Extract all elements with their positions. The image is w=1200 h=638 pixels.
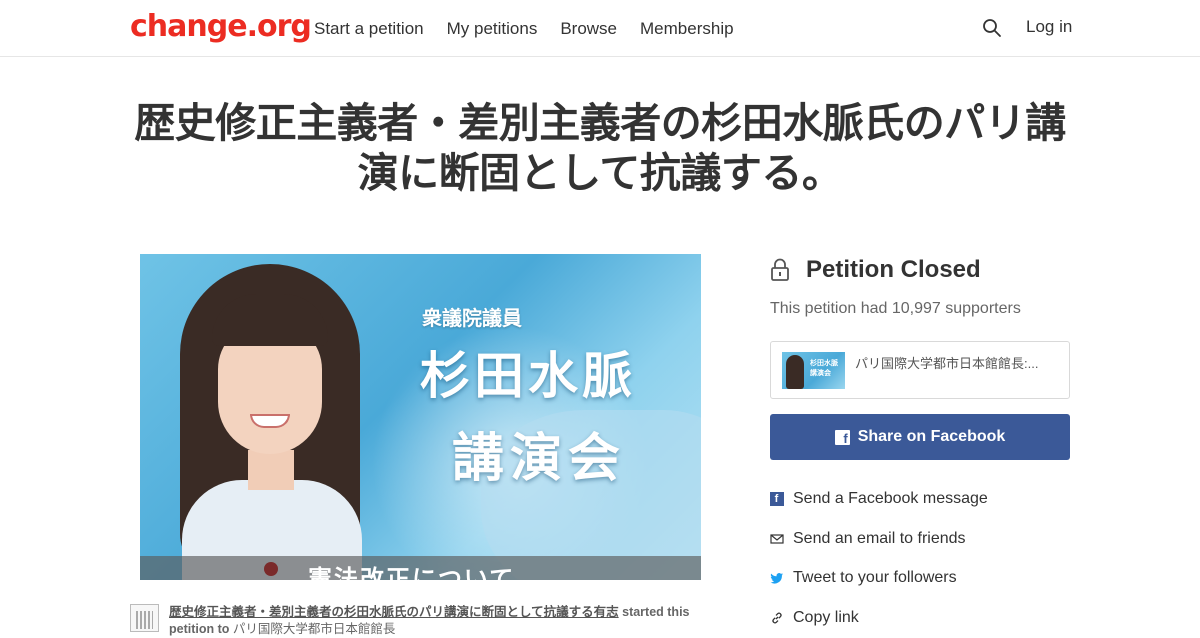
copy-link[interactable]: Copy link [770, 609, 859, 627]
main-nav: Start a petition My petitions Browse Mem… [314, 19, 734, 39]
nav-browse[interactable]: Browse [560, 19, 617, 39]
login-link[interactable]: Log in [1026, 17, 1072, 37]
share-facebook-button[interactable]: f Share on Facebook [770, 414, 1070, 460]
portrait-neck [248, 450, 294, 490]
image-name: 杉田水脈 [420, 347, 636, 405]
image-banner-text: 憲法改正について [308, 565, 516, 580]
supporter-count: This petition had 10,997 supporters [770, 300, 1021, 317]
nav-membership[interactable]: Membership [640, 19, 734, 39]
tweet-link[interactable]: Tweet to your followers [770, 569, 957, 587]
card-thumbnail [782, 352, 845, 389]
image-event: 講演会 [452, 429, 627, 489]
petition-title: 歴史修正主義者・差別主義者の杉田水脈氏のパリ講演に断固として抗議する。 [134, 99, 1066, 197]
email-icon [770, 534, 784, 544]
share-option-label: Copy link [793, 609, 859, 626]
card-text: パリ国際大学都市日本館館長:... [855, 356, 1039, 371]
starter-avatar-icon [130, 604, 159, 632]
twitter-icon [770, 573, 783, 584]
petition-starter: 歴史修正主義者・差別主義者の杉田水脈氏のパリ講演に断固として抗議する有志 sta… [169, 604, 714, 638]
petition-status: Petition Closed [806, 256, 981, 283]
send-facebook-message-link[interactable]: f Send a Facebook message [770, 490, 988, 508]
site-header: change.org Start a petition My petitions… [0, 0, 1200, 57]
starter-name-link[interactable]: 歴史修正主義者・差別主義者の杉田水脈氏のパリ講演に断固として抗議する有志 [169, 605, 619, 619]
petition-image: 衆議院議員 杉田水脈 講演会 憲法改正について [140, 254, 701, 580]
petition-preview-card[interactable]: パリ国際大学都市日本館館長:... [770, 341, 1070, 399]
share-option-label: Tweet to your followers [793, 569, 957, 586]
nav-my-petitions[interactable]: My petitions [447, 19, 538, 39]
facebook-icon: f [834, 429, 850, 445]
share-facebook-label: Share on Facebook [857, 428, 1006, 445]
nav-start-petition[interactable]: Start a petition [314, 19, 424, 39]
change-org-logo[interactable]: change.org [130, 9, 312, 44]
link-icon [772, 612, 782, 624]
starter-recipient: パリ国際大学都市日本館館長 [232, 622, 396, 636]
send-email-link[interactable]: Send an email to friends [770, 530, 966, 548]
share-option-label: Send a Facebook message [793, 490, 988, 507]
image-subtitle: 衆議院議員 [422, 306, 522, 330]
facebook-icon: f [770, 492, 784, 506]
search-icon[interactable] [982, 18, 1002, 38]
lock-icon [771, 258, 789, 281]
image-banner-dot [264, 562, 278, 576]
share-option-label: Send an email to friends [793, 530, 966, 547]
